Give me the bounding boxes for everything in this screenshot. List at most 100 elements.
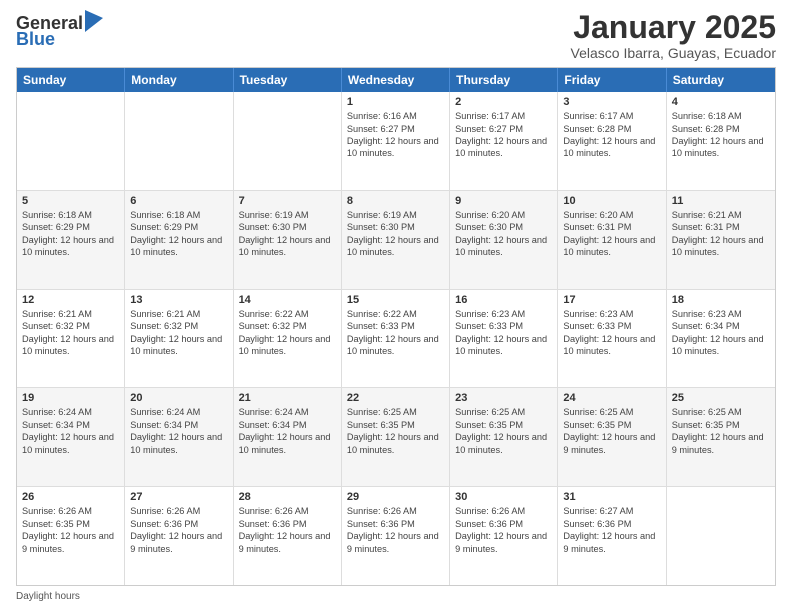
calendar-cell: 15Sunrise: 6:22 AM Sunset: 6:33 PM Dayli… xyxy=(342,290,450,388)
day-info: Sunrise: 6:23 AM Sunset: 6:33 PM Dayligh… xyxy=(563,308,660,358)
day-number: 31 xyxy=(563,491,660,503)
day-info: Sunrise: 6:21 AM Sunset: 6:31 PM Dayligh… xyxy=(672,209,770,259)
calendar-cell: 5Sunrise: 6:18 AM Sunset: 6:29 PM Daylig… xyxy=(17,191,125,289)
calendar-cell: 23Sunrise: 6:25 AM Sunset: 6:35 PM Dayli… xyxy=(450,388,558,486)
calendar-cell: 24Sunrise: 6:25 AM Sunset: 6:35 PM Dayli… xyxy=(558,388,666,486)
calendar-row: 12 Sunrise: 6:21 AM Sunset: 6:32 PM Dayli… xyxy=(17,289,775,388)
day-number: 14 xyxy=(239,294,336,306)
day-info: Sunrise: 6:20 AM Sunset: 6:31 PM Dayligh… xyxy=(563,209,660,259)
day-info: Sunrise: 6:25 AM Sunset: 6:35 PM Dayligh… xyxy=(347,406,444,456)
calendar-cell: 8 Sunrise: 6:19 AM Sunset: 6:30 PM Daylig… xyxy=(342,191,450,289)
calendar-header-cell: Wednesday xyxy=(342,68,450,92)
day-number: 18 xyxy=(672,294,770,306)
day-number: 27 xyxy=(130,491,227,503)
calendar-cell: 26Sunrise: 6:26 AM Sunset: 6:35 PM Dayli… xyxy=(17,487,125,585)
calendar-cell: 18 Sunrise: 6:23 AM Sunset: 6:34 PM Dayli… xyxy=(667,290,775,388)
day-info: Sunrise: 6:25 AM Sunset: 6:35 PM Dayligh… xyxy=(563,406,660,456)
calendar-cell: 16 Sunrise: 6:23 AM Sunset: 6:33 PM Dayli… xyxy=(450,290,558,388)
day-number: 30 xyxy=(455,491,552,503)
calendar-cell: 6 Sunrise: 6:18 AM Sunset: 6:29 PM Daylig… xyxy=(125,191,233,289)
month-title: January 2025 xyxy=(571,10,776,45)
day-number: 26 xyxy=(22,491,119,503)
day-info: Sunrise: 6:20 AM Sunset: 6:30 PM Dayligh… xyxy=(455,209,552,259)
calendar-cell: 13Sunrise: 6:21 AM Sunset: 6:32 PM Dayli… xyxy=(125,290,233,388)
day-number: 9 xyxy=(455,195,552,207)
day-number: 2 xyxy=(455,96,552,108)
day-info: Sunrise: 6:26 AM Sunset: 6:36 PM Dayligh… xyxy=(455,505,552,555)
calendar-header-cell: Tuesday xyxy=(234,68,342,92)
calendar-cell: 30 Sunrise: 6:26 AM Sunset: 6:36 PM Dayli… xyxy=(450,487,558,585)
day-number: 7 xyxy=(239,195,336,207)
day-number: 3 xyxy=(563,96,660,108)
calendar-cell: 10 Sunrise: 6:20 AM Sunset: 6:31 PM Dayli… xyxy=(558,191,666,289)
day-number: 16 xyxy=(455,294,552,306)
calendar-cell: 11 Sunrise: 6:21 AM Sunset: 6:31 PM Dayli… xyxy=(667,191,775,289)
day-info: Sunrise: 6:18 AM Sunset: 6:29 PM Dayligh… xyxy=(22,209,119,259)
day-number: 6 xyxy=(130,195,227,207)
day-number: 15 xyxy=(347,294,444,306)
day-number: 10 xyxy=(563,195,660,207)
day-info: Sunrise: 6:21 AM Sunset: 6:32 PM Dayligh… xyxy=(130,308,227,358)
calendar-cell xyxy=(17,92,125,190)
calendar-row: 1Sunrise: 6:16 AM Sunset: 6:27 PM Daylig… xyxy=(17,92,775,190)
day-info: Sunrise: 6:18 AM Sunset: 6:29 PM Dayligh… xyxy=(130,209,227,259)
header: General Blue January 2025 Velasco Ibarra… xyxy=(16,10,776,61)
day-info: Sunrise: 6:26 AM Sunset: 6:36 PM Dayligh… xyxy=(130,505,227,555)
page: General Blue January 2025 Velasco Ibarra… xyxy=(0,0,792,612)
logo: General Blue xyxy=(16,14,103,48)
calendar-cell: 31 Sunrise: 6:27 AM Sunset: 6:36 PM Dayli… xyxy=(558,487,666,585)
day-info: Sunrise: 6:27 AM Sunset: 6:36 PM Dayligh… xyxy=(563,505,660,555)
calendar-row: 26Sunrise: 6:26 AM Sunset: 6:35 PM Dayli… xyxy=(17,486,775,585)
calendar-cell: 1Sunrise: 6:16 AM Sunset: 6:27 PM Daylig… xyxy=(342,92,450,190)
calendar-header-cell: Friday xyxy=(558,68,666,92)
day-info: Sunrise: 6:24 AM Sunset: 6:34 PM Dayligh… xyxy=(22,406,119,456)
day-number: 8 xyxy=(347,195,444,207)
calendar-cell: 4 Sunrise: 6:18 AM Sunset: 6:28 PM Daylig… xyxy=(667,92,775,190)
day-info: Sunrise: 6:18 AM Sunset: 6:28 PM Dayligh… xyxy=(672,110,770,160)
calendar-cell: 28 Sunrise: 6:26 AM Sunset: 6:36 PM Dayli… xyxy=(234,487,342,585)
day-info: Sunrise: 6:21 AM Sunset: 6:32 PM Dayligh… xyxy=(22,308,119,358)
day-info: Sunrise: 6:16 AM Sunset: 6:27 PM Dayligh… xyxy=(347,110,444,160)
day-number: 22 xyxy=(347,392,444,404)
day-info: Sunrise: 6:19 AM Sunset: 6:30 PM Dayligh… xyxy=(239,209,336,259)
title-section: January 2025 Velasco Ibarra, Guayas, Ecu… xyxy=(571,10,776,61)
footer: Daylight hours xyxy=(16,591,776,602)
day-number: 21 xyxy=(239,392,336,404)
calendar-cell: 20Sunrise: 6:24 AM Sunset: 6:34 PM Dayli… xyxy=(125,388,233,486)
calendar-cell: 27 Sunrise: 6:26 AM Sunset: 6:36 PM Dayli… xyxy=(125,487,233,585)
day-number: 17 xyxy=(563,294,660,306)
day-info: Sunrise: 6:26 AM Sunset: 6:36 PM Dayligh… xyxy=(347,505,444,555)
calendar-cell xyxy=(667,487,775,585)
day-number: 25 xyxy=(672,392,770,404)
calendar-cell: 9 Sunrise: 6:20 AM Sunset: 6:30 PM Daylig… xyxy=(450,191,558,289)
calendar-body: 1Sunrise: 6:16 AM Sunset: 6:27 PM Daylig… xyxy=(17,92,775,585)
calendar-header-cell: Saturday xyxy=(667,68,775,92)
day-info: Sunrise: 6:23 AM Sunset: 6:34 PM Dayligh… xyxy=(672,308,770,358)
calendar-cell: 21 Sunrise: 6:24 AM Sunset: 6:34 PM Dayli… xyxy=(234,388,342,486)
calendar-cell: 17 Sunrise: 6:23 AM Sunset: 6:33 PM Dayli… xyxy=(558,290,666,388)
calendar-cell: 22 Sunrise: 6:25 AM Sunset: 6:35 PM Dayli… xyxy=(342,388,450,486)
day-number: 20 xyxy=(130,392,227,404)
day-info: Sunrise: 6:23 AM Sunset: 6:33 PM Dayligh… xyxy=(455,308,552,358)
day-info: Sunrise: 6:24 AM Sunset: 6:34 PM Dayligh… xyxy=(239,406,336,456)
calendar: SundayMondayTuesdayWednesdayThursdayFrid… xyxy=(16,67,776,586)
calendar-cell: 12 Sunrise: 6:21 AM Sunset: 6:32 PM Dayli… xyxy=(17,290,125,388)
day-info: Sunrise: 6:17 AM Sunset: 6:28 PM Dayligh… xyxy=(563,110,660,160)
day-info: Sunrise: 6:19 AM Sunset: 6:30 PM Dayligh… xyxy=(347,209,444,259)
calendar-cell: 25 Sunrise: 6:25 AM Sunset: 6:35 PM Dayli… xyxy=(667,388,775,486)
day-number: 23 xyxy=(455,392,552,404)
day-number: 4 xyxy=(672,96,770,108)
calendar-cell: 19Sunrise: 6:24 AM Sunset: 6:34 PM Dayli… xyxy=(17,388,125,486)
day-number: 11 xyxy=(672,195,770,207)
day-info: Sunrise: 6:25 AM Sunset: 6:35 PM Dayligh… xyxy=(672,406,770,456)
day-number: 12 xyxy=(22,294,119,306)
logo-icon xyxy=(85,10,103,32)
calendar-cell xyxy=(234,92,342,190)
calendar-cell: 29 Sunrise: 6:26 AM Sunset: 6:36 PM Dayli… xyxy=(342,487,450,585)
day-info: Sunrise: 6:22 AM Sunset: 6:32 PM Dayligh… xyxy=(239,308,336,358)
calendar-cell: 14 Sunrise: 6:22 AM Sunset: 6:32 PM Dayli… xyxy=(234,290,342,388)
day-number: 29 xyxy=(347,491,444,503)
day-info: Sunrise: 6:26 AM Sunset: 6:36 PM Dayligh… xyxy=(239,505,336,555)
calendar-cell: 2Sunrise: 6:17 AM Sunset: 6:27 PM Daylig… xyxy=(450,92,558,190)
day-number: 28 xyxy=(239,491,336,503)
